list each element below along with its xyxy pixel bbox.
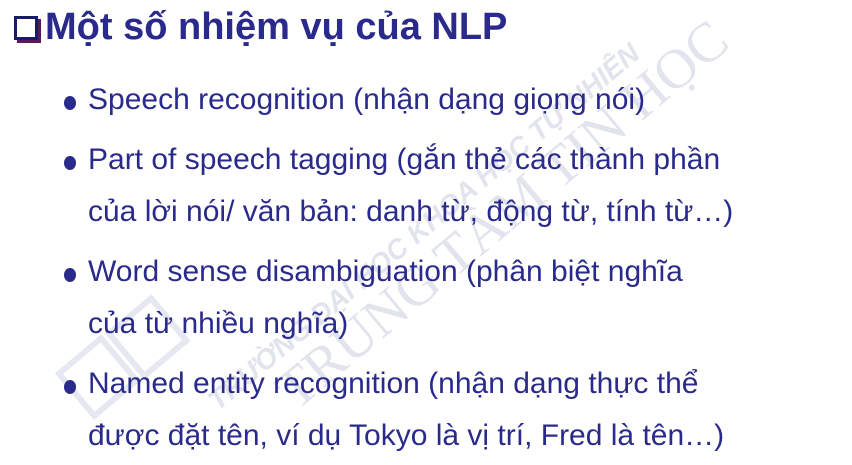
bullet-icon [64, 156, 76, 170]
bullet-icon [64, 268, 76, 282]
list-item-text: Speech recognition (nhận dạng giọng nói) [88, 83, 646, 116]
list-item: Word sense disambiguation (phân biệt ngh… [62, 246, 683, 350]
list-item-text: Part of speech tagging (gắn thẻ các thàn… [88, 143, 721, 176]
square-checkbox-icon [14, 15, 38, 40]
list-item-text: được đặt tên, ví dụ Tokyo là vị trí, Fre… [88, 419, 725, 452]
list-item-text: Named entity recognition (nhận dạng thực… [88, 367, 699, 400]
slide-title: Một số nhiệm vụ của NLP [14, 6, 507, 49]
list-item-text: Word sense disambiguation (phân biệt ngh… [88, 255, 683, 288]
list-item: Speech recognition (nhận dạng giọng nói) [62, 74, 645, 126]
slide-title-text: Một số nhiệm vụ của NLP [45, 6, 508, 48]
list-item-text: của từ nhiều nghĩa) [88, 307, 349, 340]
list-item: Named entity recognition (nhận dạng thực… [62, 358, 724, 462]
bullet-icon [64, 380, 76, 394]
bullet-icon [64, 96, 76, 110]
list-item: Part of speech tagging (gắn thẻ các thàn… [62, 134, 733, 238]
list-item-text: của lời nói/ văn bản: danh từ, động từ, … [88, 195, 734, 228]
